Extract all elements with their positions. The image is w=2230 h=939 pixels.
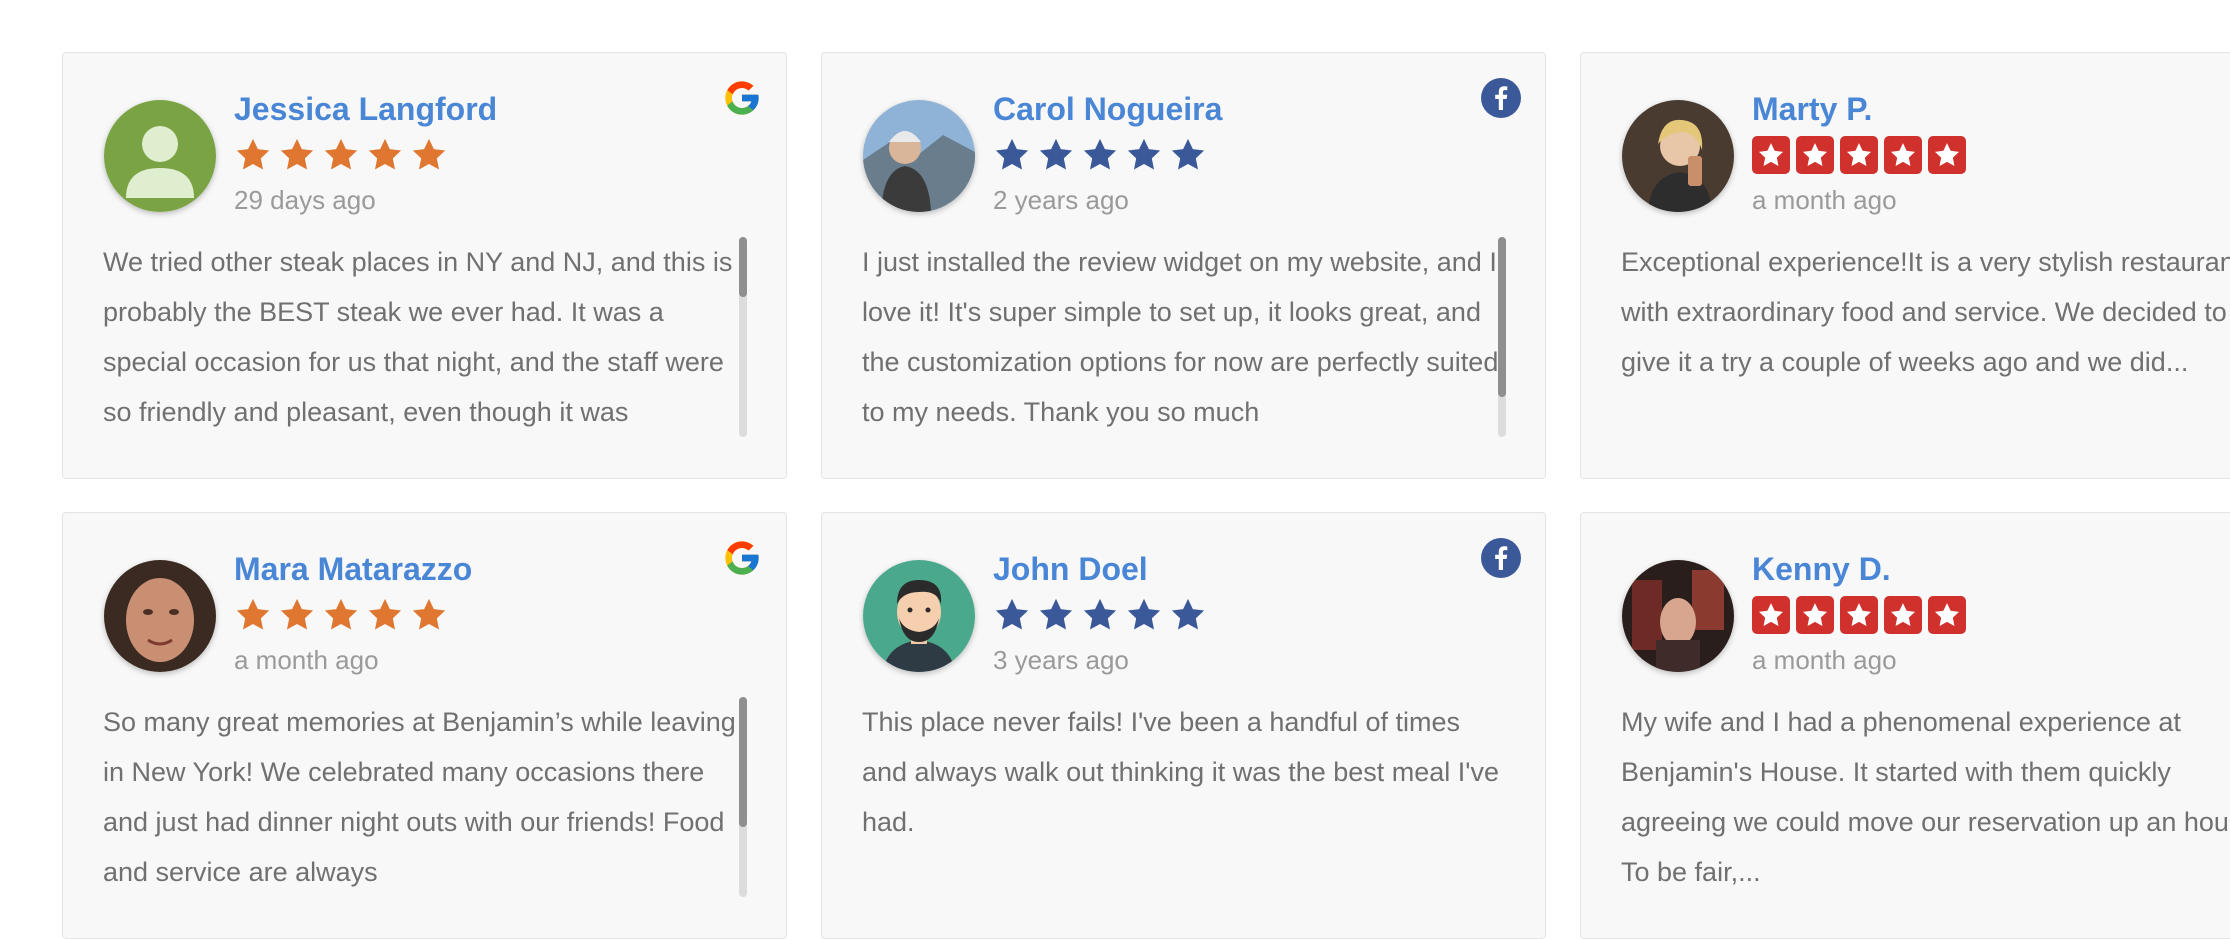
avatar[interactable] [863,100,975,212]
review-card: John Doel 3 years ago This place never f… [821,512,1546,939]
review-text: Exceptional experience!It is a very styl… [1621,247,2230,377]
reviewer-name[interactable]: Carol Nogueira [993,91,1222,128]
review-card: Jessica Langford 29 days ago We tried ot… [62,52,787,479]
reviewer-name[interactable]: Kenny D. [1752,551,1891,588]
star-icon [1752,136,1790,174]
star-icon [410,136,448,172]
reviewer-name[interactable]: Marty P. [1752,91,1872,128]
scrollbar-thumb[interactable] [739,237,747,297]
review-card: Kenny D. a month ago My wife and I had a… [1580,512,2230,939]
review-text: I just installed the review widget on my… [862,247,1499,427]
avatar[interactable] [104,100,216,212]
google-icon [722,78,762,118]
scrollbar-thumb[interactable] [1498,237,1506,397]
review-scrollbar[interactable] [739,697,747,897]
review-scrollbar[interactable] [739,237,747,437]
star-icon [1928,136,1966,174]
star-icon [1884,596,1922,634]
star-icon [993,136,1031,172]
review-scrollbar[interactable] [1498,237,1506,437]
star-icon [993,596,1031,632]
star-icon [1840,136,1878,174]
star-icon [366,136,404,172]
star-icon [234,136,272,172]
star-icon [1081,136,1119,172]
avatar[interactable] [1622,100,1734,212]
avatar[interactable] [863,560,975,672]
reviewer-name[interactable]: Mara Matarazzo [234,551,472,588]
scrollbar-thumb[interactable] [739,697,747,827]
review-date: a month ago [1752,185,1897,215]
review-date: 3 years ago [993,645,1129,675]
star-icon [278,136,316,172]
star-icon [234,596,272,632]
avatar[interactable] [104,560,216,672]
star-icon [1169,136,1207,172]
rating-stars [234,136,448,172]
review-text: We tried other steak places in NY and NJ… [103,247,733,427]
star-icon [1884,136,1922,174]
star-icon [1928,596,1966,634]
rating-stars [993,596,1207,632]
facebook-icon [1481,78,1521,118]
rating-stars [234,596,448,632]
review-date: 2 years ago [993,185,1129,215]
reviewer-name[interactable]: John Doel [993,551,1148,588]
star-icon [1169,596,1207,632]
rating-stars [993,136,1207,172]
star-icon [278,596,316,632]
review-card: Carol Nogueira 2 years ago I just instal… [821,52,1546,479]
star-icon [322,136,360,172]
review-card: Marty P. a month ago Exceptional experie… [1580,52,2230,479]
star-icon [1796,596,1834,634]
review-date: a month ago [234,645,379,675]
star-icon [1125,596,1163,632]
reviewer-name[interactable]: Jessica Langford [234,91,497,128]
google-icon [722,538,762,578]
star-icon [1840,596,1878,634]
star-icon [1796,136,1834,174]
review-text: This place never fails! I've been a hand… [862,707,1499,837]
star-icon [1037,596,1075,632]
star-icon [366,596,404,632]
review-date: 29 days ago [234,185,376,215]
facebook-icon [1481,538,1521,578]
review-text: My wife and I had a phenomenal experienc… [1621,707,2230,887]
avatar[interactable] [1622,560,1734,672]
review-card: Mara Matarazzo a month ago So many great… [62,512,787,939]
rating-stars [1752,596,1966,634]
star-icon [410,596,448,632]
star-icon [1081,596,1119,632]
review-date: a month ago [1752,645,1897,675]
star-icon [1752,596,1790,634]
review-text: So many great memories at Benjamin’s whi… [103,707,736,887]
star-icon [322,596,360,632]
rating-stars [1752,136,1966,174]
star-icon [1037,136,1075,172]
star-icon [1125,136,1163,172]
